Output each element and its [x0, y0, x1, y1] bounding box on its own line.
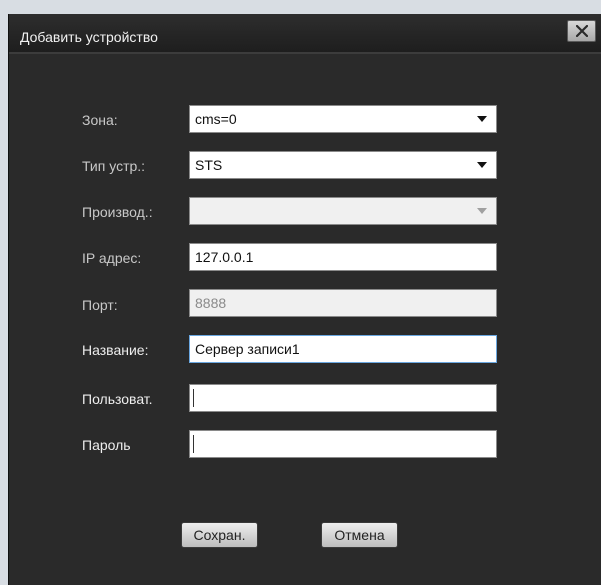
close-button[interactable]	[567, 20, 596, 42]
port-label: Порт:	[82, 297, 118, 313]
name-field[interactable]: Сервер записи1	[189, 335, 497, 363]
zone-value: cms=0	[195, 111, 237, 127]
port-value: 8888	[195, 295, 227, 311]
dialog-titlebar[interactable]: Добавить устройство	[9, 14, 601, 54]
user-field[interactable]	[189, 384, 497, 412]
save-button[interactable]: Сохран.	[181, 522, 258, 548]
close-icon	[575, 25, 588, 37]
zone-select[interactable]: cms=0	[189, 105, 497, 133]
chevron-down-icon	[475, 116, 489, 122]
manufacturer-label: Производ.:	[82, 204, 153, 220]
add-device-dialog: Добавить устройство Зона: cms=0 Тип устр…	[8, 14, 601, 585]
password-label: Пароль	[82, 437, 131, 453]
chevron-down-icon	[475, 162, 489, 168]
port-field[interactable]: 8888	[189, 289, 497, 317]
name-value: Сервер записи1	[195, 341, 300, 357]
dialog-title: Добавить устройство	[20, 29, 158, 45]
ip-label: IP адрес:	[82, 250, 142, 266]
device-type-value: STS	[195, 157, 223, 173]
device-type-label: Тип устр.:	[82, 158, 146, 174]
chevron-down-icon	[475, 208, 489, 214]
password-field[interactable]	[189, 430, 497, 458]
zone-label: Зона:	[82, 112, 118, 128]
name-label: Название:	[82, 342, 149, 358]
cancel-button[interactable]: Отмена	[321, 522, 398, 548]
ip-value: 127.0.0.1	[195, 249, 254, 265]
manufacturer-select[interactable]	[189, 197, 497, 225]
ip-address-field[interactable]: 127.0.0.1	[189, 243, 497, 271]
user-label: Пользоват.	[82, 391, 153, 407]
device-type-select[interactable]: STS	[189, 151, 497, 179]
